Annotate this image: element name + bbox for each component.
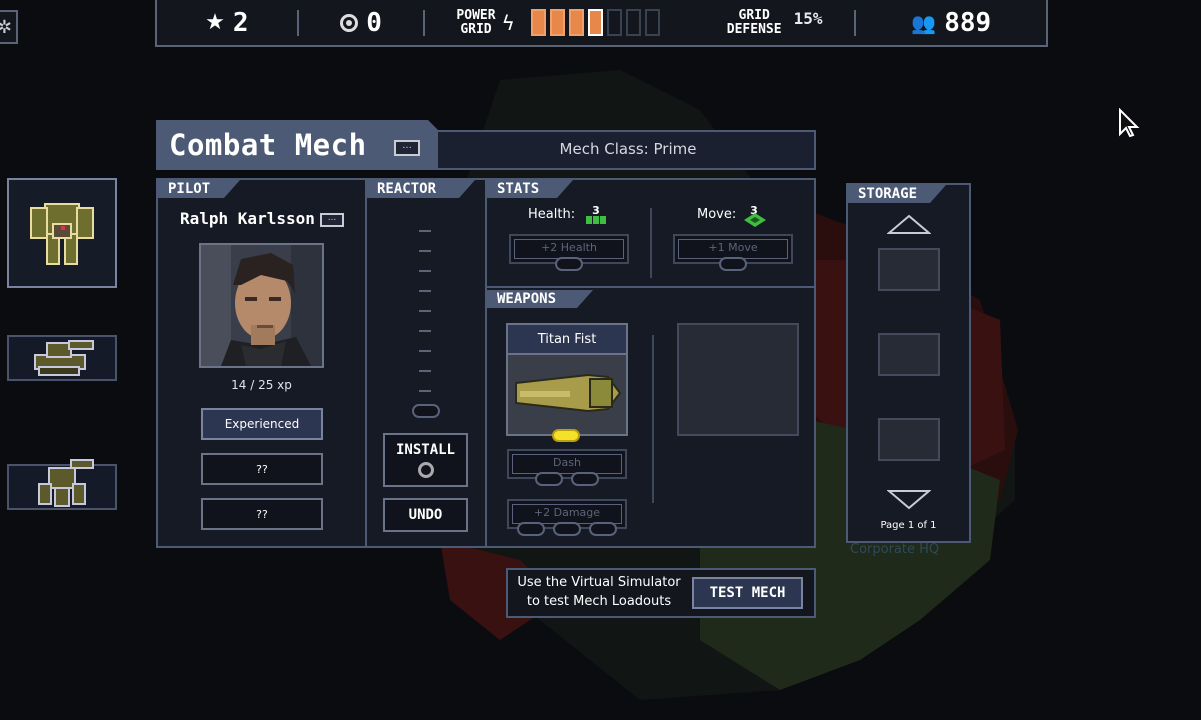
reactor-core-slots bbox=[419, 230, 431, 410]
power-segment bbox=[644, 9, 660, 36]
storage-scroll-up-icon[interactable] bbox=[887, 214, 931, 234]
health-label: Health: bbox=[528, 207, 576, 222]
test-mech-button[interactable]: TEST MECH bbox=[692, 577, 803, 609]
grid-defense: GRID DEFENSE 15% bbox=[695, 7, 855, 37]
reactor-empty-slot bbox=[419, 350, 431, 352]
reactor-empty-slot bbox=[419, 390, 431, 392]
mech-slot-artillery-mech[interactable] bbox=[7, 335, 117, 381]
power-segment bbox=[530, 9, 546, 36]
power-grid-meter: POWER GRID ϟ bbox=[425, 7, 694, 37]
weapon-upgrade-dash[interactable]: Dash bbox=[507, 449, 627, 479]
mech-class: Mech Class: Prime bbox=[559, 140, 697, 158]
power-grid-label: POWER GRID bbox=[456, 7, 496, 37]
weapon-power-pip bbox=[552, 429, 580, 442]
undo-button[interactable]: UNDO bbox=[383, 498, 468, 532]
reactor-section-header: REACTOR bbox=[367, 180, 475, 198]
storage-slot[interactable] bbox=[878, 418, 940, 461]
divider bbox=[485, 180, 487, 546]
storage-scroll-down-icon[interactable] bbox=[887, 490, 931, 510]
lightning-icon: ϟ bbox=[501, 10, 515, 35]
test-mech-description: Use the Virtual Simulator to test Mech L… bbox=[517, 575, 681, 609]
reactor-empty-slot bbox=[419, 310, 431, 312]
rename-pilot-button[interactable]: ... bbox=[320, 213, 344, 227]
power-segment bbox=[587, 9, 603, 36]
move-label: Move: bbox=[697, 207, 737, 222]
mech-name: Combat Mech bbox=[169, 128, 367, 162]
grid-defense-value: 15% bbox=[793, 9, 823, 28]
reactor-empty-slot bbox=[419, 250, 431, 252]
divider bbox=[365, 180, 367, 546]
reputation-core-icon bbox=[340, 13, 359, 32]
settings-gear-icon[interactable]: ✲ bbox=[0, 10, 18, 44]
upgrade-slot bbox=[553, 522, 581, 536]
mech-slot-cannon-mech[interactable] bbox=[7, 459, 117, 510]
reactor-empty-slot bbox=[419, 290, 431, 292]
map-region-label: Corporate HQ bbox=[850, 542, 939, 557]
pilot-name: Ralph Karlsson bbox=[180, 209, 315, 228]
weapon-slot-1[interactable]: Titan Fist bbox=[506, 323, 628, 436]
upgrade-slot bbox=[589, 522, 617, 536]
people-icon: 👥 bbox=[911, 10, 937, 35]
titan-fist-icon bbox=[508, 355, 626, 434]
weapon-name: Titan Fist bbox=[508, 325, 626, 355]
weapons-section-header: WEAPONS bbox=[487, 290, 593, 308]
star-icon: ★ bbox=[205, 10, 225, 35]
resource-top-bar: ★ 2 0 POWER GRID ϟ GRID DEFENSE 15% 👥 88… bbox=[155, 0, 1048, 47]
storage-slot[interactable] bbox=[878, 333, 940, 376]
reactor-core-icon bbox=[417, 462, 434, 478]
artillery-mech-icon bbox=[34, 340, 94, 376]
reactor-empty-slot bbox=[419, 270, 431, 272]
move-arrows-icon bbox=[744, 212, 766, 227]
pilot-portrait[interactable] bbox=[199, 243, 324, 368]
reactor-core-slot bbox=[412, 404, 440, 418]
storage-slot[interactable] bbox=[878, 248, 940, 291]
mouse-cursor-icon bbox=[1119, 108, 1140, 138]
power-segment bbox=[568, 9, 584, 36]
grid-defense-label: GRID DEFENSE bbox=[726, 7, 782, 37]
rename-mech-button[interactable]: ... bbox=[394, 140, 420, 156]
pilot-skill-2[interactable]: ?? bbox=[201, 453, 323, 485]
divider bbox=[487, 286, 814, 288]
power-segment bbox=[606, 9, 622, 36]
pilot-skill-1[interactable]: Experienced bbox=[201, 408, 323, 440]
mech-slot-combat-mech[interactable] bbox=[7, 178, 117, 288]
reactor-empty-slot bbox=[419, 230, 431, 232]
weapon-slot-2-empty[interactable] bbox=[677, 323, 799, 436]
storage-section-header: STORAGE bbox=[848, 185, 946, 203]
population-counter: 👥 889 bbox=[856, 8, 1046, 38]
cannon-mech-icon bbox=[38, 459, 94, 507]
population-count: 889 bbox=[944, 7, 992, 38]
upgrade-slot bbox=[571, 472, 599, 486]
star-counter: ★ 2 bbox=[157, 8, 297, 38]
combat-mech-icon bbox=[30, 203, 94, 265]
upgrade-slot bbox=[517, 522, 545, 536]
power-segment bbox=[549, 9, 565, 36]
reactor-empty-slot bbox=[419, 370, 431, 372]
divider bbox=[650, 208, 652, 278]
upgrade-slot bbox=[535, 472, 563, 486]
health-pips-icon bbox=[586, 216, 606, 224]
move-upgrade-slot bbox=[719, 257, 747, 271]
power-bar bbox=[530, 9, 664, 36]
install-core-button[interactable]: INSTALL bbox=[383, 433, 468, 487]
reputation-counter: 0 bbox=[299, 8, 424, 38]
divider bbox=[652, 335, 654, 503]
reactor-empty-slot bbox=[419, 330, 431, 332]
reputation-count: 0 bbox=[366, 7, 382, 38]
health-upgrade-slot bbox=[555, 257, 583, 271]
pilot-xp: 14 / 25 xp bbox=[231, 378, 292, 392]
power-segment bbox=[625, 9, 641, 36]
storage-page-indicator: Page 1 of 1 bbox=[880, 520, 937, 531]
star-count: 2 bbox=[232, 7, 249, 38]
pilot-skill-3[interactable]: ?? bbox=[201, 498, 323, 530]
